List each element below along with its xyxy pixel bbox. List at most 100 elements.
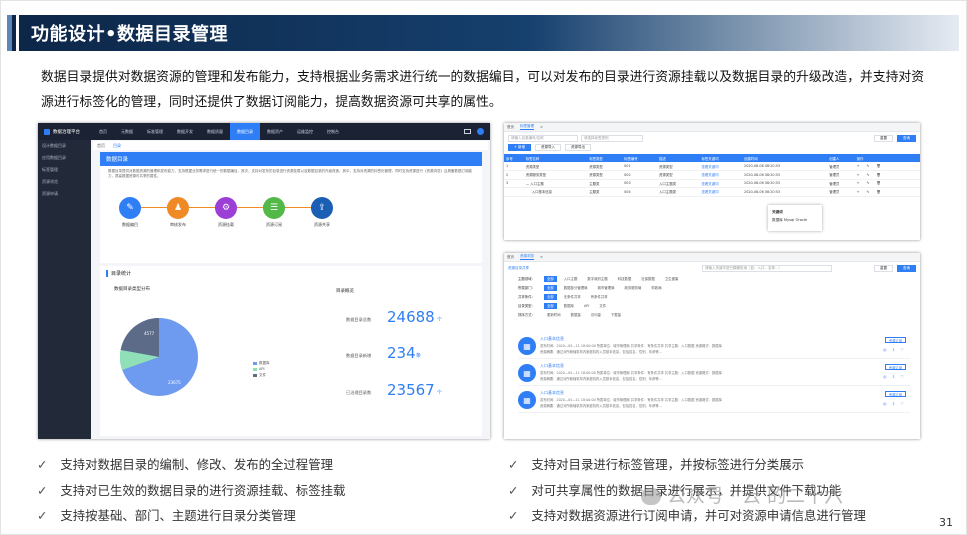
- nav-quality[interactable]: 数据质量: [200, 123, 230, 140]
- filter-tag[interactable]: 全部: [544, 275, 557, 282]
- resource-title[interactable]: 入口基本信息: [540, 390, 564, 396]
- col-keywords: 标签关键词: [699, 154, 743, 162]
- close-icon[interactable]: ×: [540, 125, 543, 129]
- message-icon[interactable]: [464, 129, 471, 134]
- nav-catalog[interactable]: 数据目录: [230, 123, 260, 140]
- filter-tag[interactable]: 全部: [544, 284, 557, 291]
- resource-action-icons[interactable]: ◎ ⇩ ♡: [883, 401, 906, 406]
- share-icon: ⇪: [311, 197, 333, 219]
- step-review[interactable]: ♟ 审核发布: [158, 197, 198, 228]
- watermark: 公众号 · 云 的二十六: [641, 481, 843, 508]
- cell: 资源类型: [657, 162, 700, 171]
- nav-dev[interactable]: 数据开发: [170, 123, 200, 140]
- reset-button[interactable]: 重置: [874, 264, 893, 272]
- cell: [504, 187, 524, 197]
- export-button[interactable]: 资源导出: [565, 144, 592, 151]
- filter-tag[interactable]: 全部: [544, 302, 557, 309]
- row-actions[interactable]: + ✎ 🗑: [854, 179, 920, 188]
- tag-type-select[interactable]: 请选择标签类别: [581, 134, 643, 142]
- table-row[interactable]: 入口基本信息 主题类 004 入口主题类 查看关键词 2020-08-06 08:20:5…: [504, 187, 920, 197]
- keyword-link[interactable]: 查看关键词: [699, 170, 743, 180]
- keyword-input[interactable]: 请输入关键字进行模糊查询（如：入口、名称...）: [702, 264, 832, 272]
- tab-home[interactable]: 首页: [97, 143, 105, 149]
- resource-action-icons[interactable]: ◎ ⇩ ♡: [883, 374, 906, 379]
- step-subscribe[interactable]: ☰ 资源订阅: [254, 197, 294, 228]
- sort-option[interactable]: 访问量: [588, 312, 604, 318]
- app-logo[interactable]: 数据治理平台: [38, 128, 92, 135]
- subscribe-button[interactable]: 资源订阅: [884, 364, 906, 370]
- network-icon: ⚙: [215, 197, 237, 219]
- sidebar-item-apply[interactable]: 应用数据目录: [38, 152, 91, 164]
- sort-option[interactable]: 数据量: [568, 312, 584, 318]
- filter-tag[interactable]: 文件: [596, 303, 609, 309]
- filter-tag[interactable]: 数字政府主题: [584, 276, 610, 282]
- keyword-link[interactable]: 查看关键词: [699, 162, 743, 171]
- sidebar-item-tags[interactable]: 标签管理: [38, 164, 91, 176]
- filter-tag[interactable]: 全部: [544, 293, 557, 300]
- filter-tag[interactable]: 有条件共享: [588, 294, 611, 300]
- nav-standards[interactable]: 标准管理: [140, 123, 170, 140]
- list-item[interactable]: ▦ 入口基本信息 发布时间：2020—05—11 18:00:00 所属单位：城…: [518, 335, 910, 359]
- step-share[interactable]: ⇪ 资源共享: [302, 197, 342, 228]
- filter-tag[interactable]: 数据库: [561, 303, 577, 309]
- import-button[interactable]: 资源导入: [535, 144, 562, 151]
- filter-catalog-type: 目录类型： 全部 数据库 API 文件: [504, 301, 920, 310]
- app-sidebar: 设计数据目录 应用数据目录 标签管理 资源浏览 资源申请: [38, 140, 91, 439]
- tab-tag-management[interactable]: 标签管理: [520, 124, 534, 130]
- keyword-link[interactable]: 查看关键词: [699, 187, 743, 197]
- filter-tag[interactable]: 财政局: [648, 285, 664, 291]
- row-actions[interactable]: + ✎ 🗑: [854, 187, 920, 197]
- filter-tag[interactable]: 数据部分管理局: [561, 285, 591, 291]
- list-item[interactable]: ▦ 入口基本信息 发布时间：2020—05—11 18:00:00 所属单位：城…: [518, 362, 910, 386]
- close-icon[interactable]: ×: [540, 255, 543, 259]
- nav-console[interactable]: 控制台: [320, 123, 346, 140]
- tab-home[interactable]: 首页: [507, 255, 514, 260]
- filter-tag[interactable]: 无条件共享: [561, 294, 584, 300]
- tab-home[interactable]: 首页: [507, 125, 514, 130]
- table-row[interactable]: 1 资源类型 资源类型 001 资源类型 查看关键词 2020-08-06 08:20:53…: [504, 162, 920, 171]
- stat-new-unit: 条: [416, 353, 422, 359]
- avatar[interactable]: [477, 128, 484, 135]
- subscribe-button[interactable]: 资源订阅: [884, 337, 906, 343]
- filter-tag[interactable]: 入口主题: [561, 276, 581, 282]
- nav-assets[interactable]: 数据资产: [260, 123, 290, 140]
- resource-title[interactable]: 入口基本信息: [540, 363, 564, 369]
- resource-action-icons[interactable]: ◎ ⇩ ♡: [883, 347, 906, 352]
- add-button[interactable]: + 新增: [508, 144, 532, 151]
- filter-tag[interactable]: 卫生健康: [662, 276, 682, 282]
- keyword-input[interactable]: 请输入目录编号/名称: [508, 134, 578, 142]
- type-pie-chart: 4577 23675: [119, 318, 198, 396]
- list-item[interactable]: ▦ 入口基本信息 发布时间：2020—05—11 18:00:00 所属单位：城…: [518, 389, 910, 413]
- nav-ops[interactable]: 运维监控: [290, 123, 320, 140]
- sort-option[interactable]: 更新时间: [544, 312, 564, 318]
- row-actions[interactable]: + ✎ 🗑: [854, 170, 920, 180]
- filter-tag[interactable]: 科技数据: [615, 276, 635, 282]
- reset-button[interactable]: 重置: [874, 134, 893, 142]
- table-row[interactable]: 3— 入口主题 主题类 003 入口主题类 查看关键词 2020-08-06 08:20:…: [504, 179, 920, 188]
- row-actions[interactable]: + ✎ 🗑: [854, 162, 920, 171]
- col-creator: 创建人: [827, 154, 855, 162]
- filter-tag[interactable]: 城市管理局: [595, 285, 618, 291]
- legend-file[interactable]: 文件: [253, 372, 270, 378]
- table-row[interactable]: 2 资源服务类型 资源类型 002 资源类型 查看关键词 2020-08-06 08:20:…: [504, 170, 920, 180]
- tab-catalog[interactable]: 目录: [113, 143, 121, 149]
- search-button[interactable]: 查询: [897, 264, 916, 272]
- step-catalog[interactable]: ✎ 数据编目: [110, 197, 150, 228]
- cell: 入口主题类: [657, 187, 700, 197]
- filter-tag[interactable]: 政务服务局: [621, 285, 644, 291]
- filter-tag[interactable]: 社保数据: [638, 276, 658, 282]
- sidebar-item-browse[interactable]: 资源浏览: [38, 176, 91, 188]
- sidebar-item-request[interactable]: 资源申请: [38, 188, 91, 200]
- search-button[interactable]: 查询: [897, 134, 916, 142]
- filter-tag[interactable]: API: [581, 303, 592, 309]
- step-mount[interactable]: ⚙ 资源挂载: [206, 197, 246, 228]
- sidebar-item-design[interactable]: 设计数据目录: [38, 140, 91, 152]
- nav-metadata[interactable]: 元数据: [114, 123, 140, 140]
- keyword-link[interactable]: 查看关键词: [699, 179, 743, 188]
- subscribe-button[interactable]: 资源订阅: [884, 391, 906, 397]
- resource-title[interactable]: 入口基本信息: [540, 336, 564, 342]
- nav-home[interactable]: 首页: [92, 123, 114, 140]
- stats-title: 目录统计: [106, 270, 131, 277]
- sort-option[interactable]: 下载量: [608, 312, 624, 318]
- tab-resource-browse[interactable]: 资源浏览: [520, 254, 534, 260]
